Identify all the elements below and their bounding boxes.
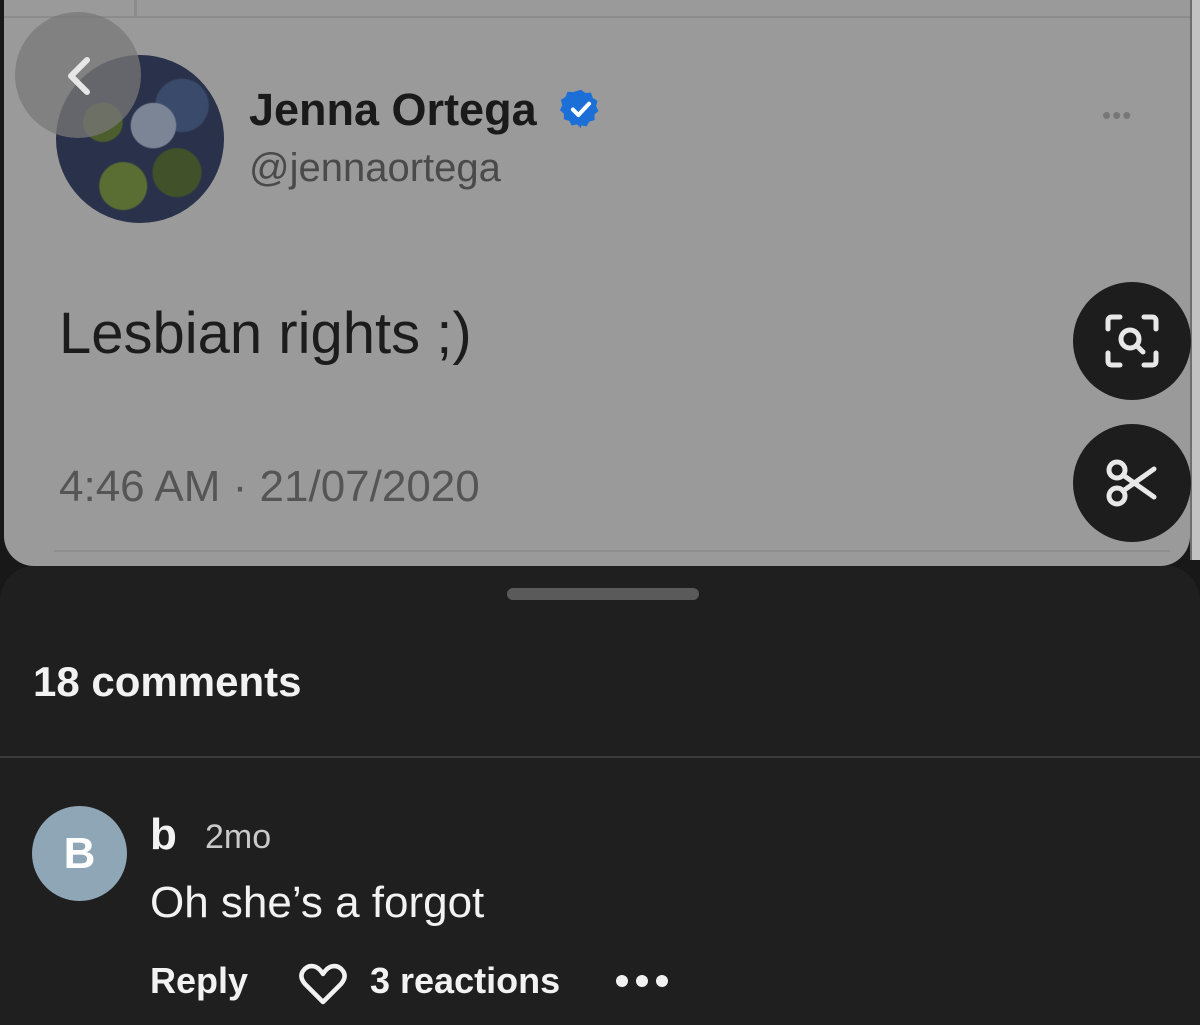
card-top-divider [4, 16, 1190, 18]
verified-badge-icon [559, 89, 599, 129]
heart-icon[interactable] [297, 962, 349, 1006]
reply-button[interactable]: Reply [150, 960, 248, 1002]
scissors-icon [1106, 459, 1157, 507]
card-bottom-divider [54, 550, 1170, 552]
tweet-card: Jenna Ortega @jennaortega ••• Lesbian ri… [4, 0, 1190, 566]
lens-search-icon [1105, 314, 1159, 368]
comments-count-heading: 18 comments [33, 658, 302, 705]
more-horizontal-icon[interactable] [612, 964, 672, 998]
comment-avatar[interactable]: B [32, 806, 127, 901]
tweet-timestamp: 4:46 AM · 21/07/2020 [59, 462, 480, 511]
lens-search-button[interactable] [1073, 282, 1191, 400]
comment-author[interactable]: b [150, 810, 177, 860]
tweet-text: Lesbian rights ;) [59, 301, 472, 366]
card-top-tick [134, 0, 137, 16]
comments-divider [0, 756, 1200, 758]
tweet-handle[interactable]: @jennaortega [249, 146, 501, 191]
comment-text: Oh she’s a forgot [150, 878, 485, 927]
sheet-drag-handle[interactable] [507, 588, 699, 600]
comments-sheet: 18 comments B b 2mo Oh she’s a forgot Re… [0, 566, 1200, 1025]
back-button[interactable] [15, 12, 141, 138]
tweet-display-name[interactable]: Jenna Ortega [249, 84, 537, 136]
comment-time: 2mo [205, 818, 272, 856]
chevron-left-icon [68, 57, 90, 95]
more-horizontal-icon[interactable]: ••• [1102, 100, 1132, 131]
scissors-button[interactable] [1073, 424, 1191, 542]
reactions-count[interactable]: 3 reactions [370, 960, 560, 1002]
right-edge-strip [1190, 0, 1200, 560]
